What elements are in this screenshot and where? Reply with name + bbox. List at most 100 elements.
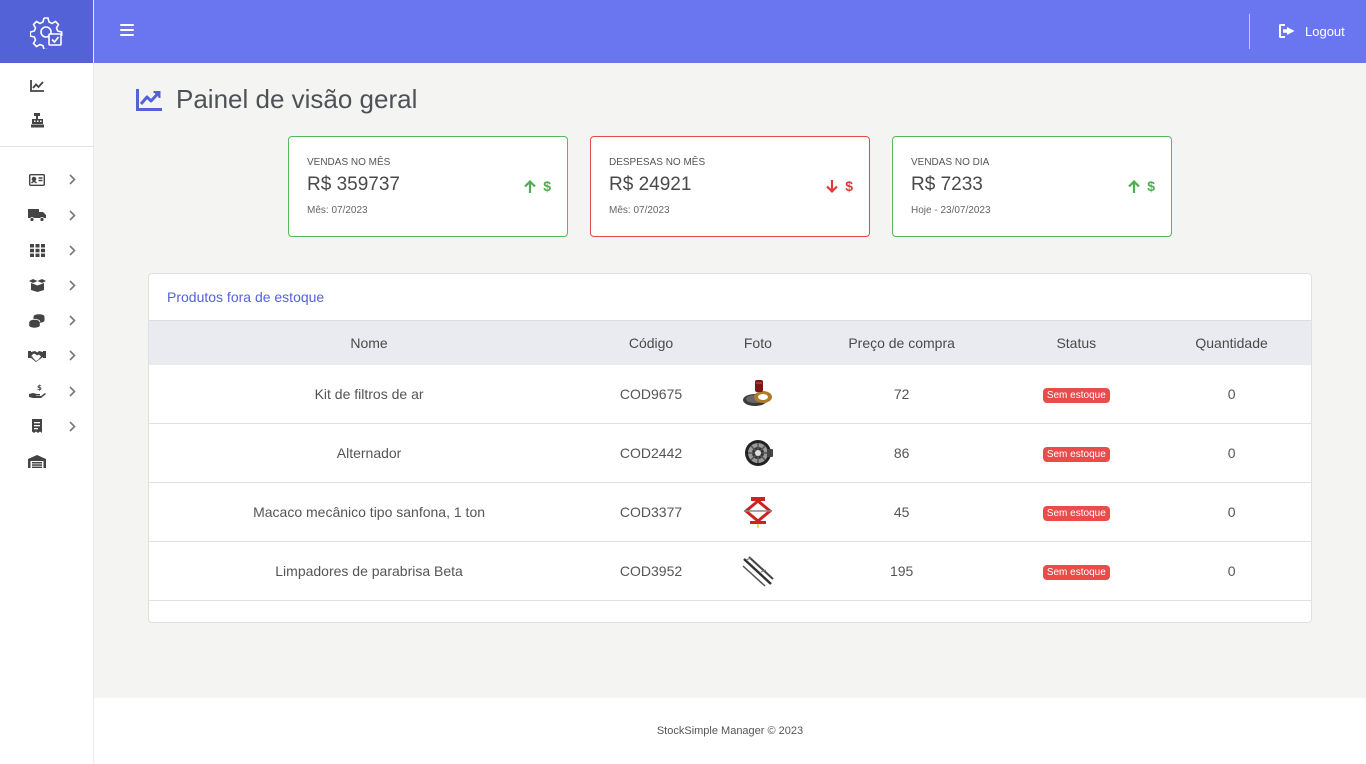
card-trend: $ <box>826 178 853 194</box>
handshake-icon <box>28 348 46 364</box>
chevron-right-icon <box>67 350 77 362</box>
page-title: Painel de visão geral <box>176 84 418 114</box>
cell-name: Limpadores de parabrisa Beta <box>149 541 590 601</box>
cell-quantity: 0 <box>1152 365 1311 425</box>
sidebar-item-products[interactable] <box>0 268 93 303</box>
sidebar-item-payments[interactable]: $ <box>0 374 93 409</box>
hand-money-icon: $ <box>28 383 46 399</box>
sidebar-item-reports[interactable] <box>0 409 93 444</box>
column-header-code[interactable]: Código <box>589 321 713 365</box>
column-header-name[interactable]: Nome <box>149 321 589 365</box>
cell-price: 86 <box>802 423 1001 483</box>
card-value: R$ 359737 <box>307 174 400 195</box>
column-header-photo[interactable]: Foto <box>713 321 803 365</box>
cell-name: Macaco mecânico tipo sanfona, 1 ton <box>149 482 590 542</box>
chevron-right-icon <box>67 244 77 256</box>
topbar: Logout <box>94 0 1366 63</box>
card-trend: $ <box>1128 178 1155 194</box>
sidebar-item-categories[interactable] <box>0 233 93 268</box>
table-row[interactable]: Kit de filtros de ar COD9675 72 Sem esto… <box>149 365 1311 425</box>
menu-toggle-icon[interactable] <box>120 24 134 38</box>
cell-quantity: 0 <box>1152 482 1311 542</box>
cell-code: COD3952 <box>589 541 713 601</box>
cell-code: COD2442 <box>589 423 713 483</box>
alternator-photo[interactable] <box>741 436 775 470</box>
app-logo[interactable] <box>0 0 93 63</box>
cell-status: Sem estoque <box>1000 482 1153 542</box>
wiper-blades-photo[interactable] <box>741 554 775 588</box>
topbar-divider <box>1249 14 1250 49</box>
logout-button[interactable]: Logout <box>1279 22 1345 40</box>
card-subtitle: Mês: 07/2023 <box>307 205 368 216</box>
chevron-right-icon <box>67 315 77 327</box>
out-of-stock-panel: Produtos fora de estoque Nome Código Fot… <box>148 273 1312 623</box>
gear-check-icon <box>29 16 62 49</box>
column-header-status[interactable]: Status <box>1000 321 1152 365</box>
card-monthly-expenses: DESPESAS NO MÊS R$ 24921 Mês: 07/2023 $ <box>590 136 870 237</box>
table-row[interactable]: Macaco mecânico tipo sanfona, 1 ton COD3… <box>149 482 1311 542</box>
cell-photo <box>712 541 803 601</box>
grid-icon <box>28 242 46 258</box>
status-badge: Sem estoque <box>1042 447 1110 463</box>
chevron-right-icon <box>67 174 77 186</box>
svg-text:$: $ <box>37 384 42 392</box>
page-header: Painel de visão geral <box>136 84 417 115</box>
card-subtitle: Mês: 07/2023 <box>609 205 670 216</box>
status-badge: Sem estoque <box>1042 505 1110 521</box>
sidebar-item-customers[interactable] <box>0 162 93 197</box>
sidebar-item-dashboard[interactable] <box>0 68 93 103</box>
chevron-right-icon <box>67 280 77 292</box>
sidebar-item-pos[interactable] <box>0 103 93 138</box>
cell-status: Sem estoque <box>1000 365 1153 425</box>
table-row[interactable]: Alternador COD2442 86 Sem estoque 0 <box>149 423 1311 483</box>
warehouse-icon <box>28 453 46 469</box>
arrow-up-icon <box>524 179 536 193</box>
card-label: VENDAS NO MÊS <box>307 157 391 168</box>
out-of-stock-table: Nome Código Foto Preço de compra Status … <box>149 321 1311 601</box>
card-label: VENDAS NO DIA <box>911 157 990 168</box>
cell-code: COD3377 <box>589 482 713 542</box>
footer: StockSimple Manager © 2023 <box>94 698 1366 764</box>
cell-name: Kit de filtros de ar <box>149 365 590 425</box>
chart-line-icon <box>28 78 46 94</box>
sign-out-icon <box>1279 24 1295 38</box>
receipt-icon <box>28 418 46 434</box>
dollar-sign: $ <box>845 178 853 194</box>
cell-quantity: 0 <box>1152 423 1311 483</box>
sidebar-item-suppliers[interactable] <box>0 198 93 233</box>
cell-price: 195 <box>802 541 1001 601</box>
column-header-price[interactable]: Preço de compra <box>803 321 1001 365</box>
scissor-jack-photo[interactable] <box>741 495 775 529</box>
cell-photo <box>712 365 803 425</box>
sidebar-primary <box>0 63 93 148</box>
table-header-row: Nome Código Foto Preço de compra Status … <box>149 321 1311 365</box>
dollar-sign: $ <box>1147 178 1155 194</box>
sidebar-item-partners[interactable] <box>0 338 93 373</box>
coins-icon <box>28 313 46 329</box>
cell-code: COD9675 <box>589 365 713 425</box>
cell-status: Sem estoque <box>1000 541 1153 601</box>
sidebar-item-warehouse[interactable] <box>0 444 93 479</box>
air-filter-kit-photo[interactable] <box>741 377 775 411</box>
footer-text: StockSimple Manager © 2023 <box>656 725 804 737</box>
card-daily-sales: VENDAS NO DIA R$ 7233 Hoje - 23/07/2023 … <box>892 136 1172 237</box>
arrow-up-icon <box>1128 179 1140 193</box>
chevron-right-icon <box>67 209 77 221</box>
status-badge: Sem estoque <box>1042 564 1110 580</box>
card-value: R$ 7233 <box>911 174 983 195</box>
cell-name: Alternador <box>149 423 590 483</box>
cell-photo <box>712 423 803 483</box>
card-trend: $ <box>524 178 551 194</box>
cell-photo <box>712 482 803 542</box>
logout-label: Logout <box>1305 23 1345 39</box>
table-row[interactable]: Limpadores de parabrisa Beta COD3952 195… <box>149 541 1311 601</box>
id-card-icon <box>28 172 46 188</box>
card-label: DESPESAS NO MÊS <box>609 157 706 168</box>
cell-quantity: 0 <box>1152 541 1311 601</box>
cash-register-icon <box>28 113 46 129</box>
cell-status: Sem estoque <box>1000 423 1153 483</box>
card-monthly-sales: VENDAS NO MÊS R$ 359737 Mês: 07/2023 $ <box>288 136 568 237</box>
arrow-down-icon <box>826 179 838 193</box>
column-header-quantity[interactable]: Quantidade <box>1152 321 1311 365</box>
sidebar-item-finance[interactable] <box>0 303 93 338</box>
